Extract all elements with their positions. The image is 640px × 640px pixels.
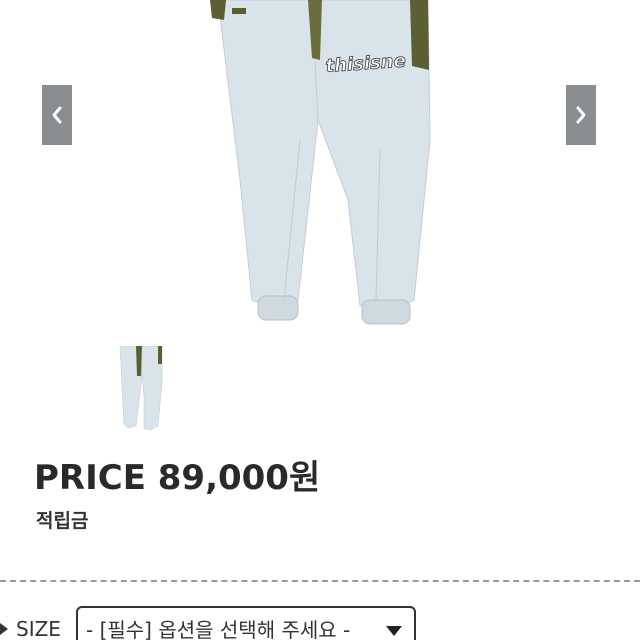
product-main-image: thisisne	[210, 0, 431, 325]
thumbnail-image	[119, 346, 163, 431]
size-option-label: SIZE	[0, 617, 61, 640]
size-select-value: - [필수] 옵션을 선택해 주세요 -	[86, 617, 351, 640]
chevron-left-icon	[52, 106, 62, 124]
size-label-text: SIZE	[16, 617, 61, 640]
section-divider	[0, 580, 640, 582]
gallery-prev-button[interactable]	[42, 85, 72, 145]
triangle-right-icon	[0, 623, 8, 635]
product-price: PRICE 89,000원	[34, 458, 321, 498]
product-thumbnail[interactable]	[110, 345, 170, 433]
product-image-area: thisisne	[0, 0, 640, 340]
chevron-right-icon	[576, 106, 586, 124]
caret-down-icon	[386, 626, 402, 636]
gallery-next-button[interactable]	[566, 85, 596, 145]
size-select[interactable]: - [필수] 옵션을 선택해 주세요 -	[76, 606, 416, 640]
reward-points-label: 적립금	[36, 510, 89, 532]
